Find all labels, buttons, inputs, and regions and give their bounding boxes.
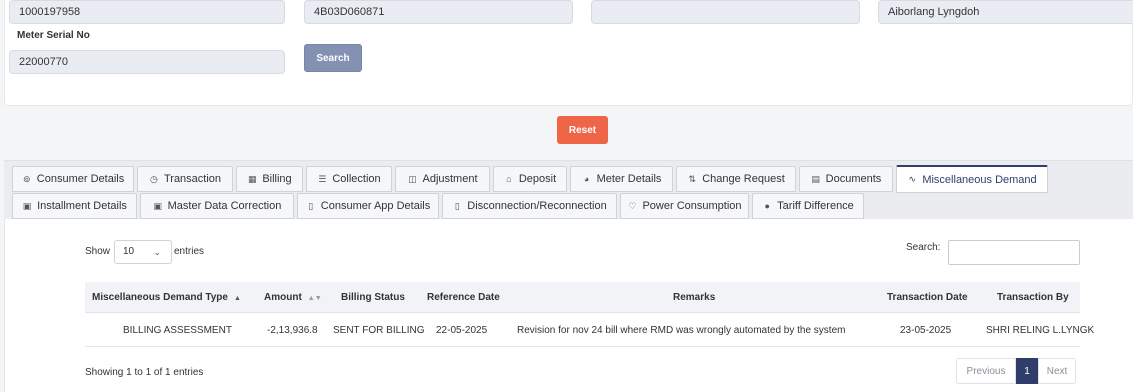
consumer-name-field[interactable]: Aiborlang Lyngdoh — [878, 0, 1133, 24]
cell-demand-type: BILLING ASSESSMENT — [123, 325, 232, 336]
tab-adjustment[interactable]: ◫ Adjustment — [395, 166, 490, 192]
tab-master-data-correction[interactable]: ▣ Master Data Correction — [140, 193, 294, 219]
tab-consumer-details[interactable]: ⊚ Consumer Details — [12, 166, 134, 192]
tab-collection[interactable]: ☰ Collection — [306, 166, 392, 192]
meter-serial-label: Meter Serial No — [17, 30, 90, 41]
tab-change-request[interactable]: ⇅ Change Request — [676, 166, 796, 192]
entries-value: 10 — [123, 246, 135, 257]
column-header-transaction-by[interactable]: Transaction By — [997, 282, 1069, 313]
tab-label: Master Data Correction — [167, 200, 282, 212]
column-header-amount[interactable]: Amount ▲▼ — [264, 282, 322, 313]
column-header-demand-type[interactable]: Miscellaneous Demand Type ▲ — [92, 282, 241, 313]
dot-icon: ● — [764, 201, 770, 211]
table-info: Showing 1 to 1 of 1 entries — [85, 367, 204, 378]
tab-label: Collection — [332, 173, 381, 185]
tab-tariff-difference[interactable]: ● Tariff Difference — [752, 193, 864, 219]
consumer-details-icon: ⊚ — [23, 173, 31, 184]
meter-serial-field[interactable]: 22000770 — [9, 50, 285, 74]
page-1-button[interactable]: 1 — [1016, 358, 1038, 384]
table-search-input[interactable] — [948, 240, 1080, 265]
tab-transaction[interactable]: ◷ Transaction — [137, 166, 233, 192]
tab-label: Documents — [825, 173, 882, 185]
master-data-icon: ▣ — [153, 200, 162, 211]
tab-label: Installment Details — [37, 200, 127, 212]
mobile-icon: ▯ — [454, 200, 460, 211]
sort-icon: ▲▼ — [307, 295, 322, 302]
column-header-remarks[interactable]: Remarks — [673, 282, 715, 313]
change-request-icon: ⇅ — [688, 173, 696, 184]
cell-amount: -2,13,936.8 — [267, 325, 318, 336]
gauge-icon: ◕ — [583, 174, 590, 184]
tab-label: Disconnection/Reconnection — [467, 200, 607, 212]
tab-disconnection-reconnection[interactable]: ▯ Disconnection/Reconnection — [442, 193, 617, 219]
list-icon: ☰ — [318, 173, 327, 184]
cell-reference-date: 22-05-2025 — [436, 325, 488, 336]
tab-label: Meter Details — [596, 173, 662, 185]
reset-button[interactable]: Reset — [557, 116, 608, 144]
entries-label: entries — [174, 246, 205, 257]
show-label: Show — [85, 246, 111, 257]
column-header-transaction-date[interactable]: Transaction Date — [887, 282, 968, 313]
mobile-icon: ▯ — [308, 200, 314, 211]
tab-label: Adjustment — [422, 173, 478, 185]
entries-select[interactable]: 10 ⌄ — [114, 240, 172, 264]
sort-asc-icon: ▲ — [233, 295, 241, 302]
previous-page-button[interactable]: Previous — [956, 358, 1016, 384]
tab-billing[interactable]: ▦ Billing — [236, 166, 303, 192]
installment-icon: ▣ — [22, 200, 32, 211]
tab-documents[interactable]: ▤ Documents — [799, 166, 893, 192]
blank-field[interactable] — [591, 0, 860, 24]
cell-billing-status: SENT FOR BILLING — [333, 325, 425, 336]
tab-label: Miscellaneous Demand — [922, 173, 1037, 186]
table-search-label: Search: — [906, 242, 941, 253]
table-row: BILLING ASSESSMENT -2,13,936.8 SENT FOR … — [85, 314, 1094, 347]
pagination: Previous 1 Next — [956, 358, 1076, 384]
tab-label: Consumer Details — [36, 173, 125, 185]
billing-icon: ▦ — [248, 173, 257, 184]
meter-id-field[interactable]: 4B03D060871 — [304, 0, 573, 24]
cell-transaction-by: SHRI RELING L.LYNGK — [986, 325, 1095, 336]
column-header-billing-status[interactable]: Billing Status — [341, 282, 405, 313]
consumer-number-field[interactable]: 1000197958 — [9, 0, 285, 24]
cell-transaction-date: 23-05-2025 — [900, 325, 952, 336]
tab-meter-details[interactable]: ◕ Meter Details — [570, 166, 673, 192]
next-page-button[interactable]: Next — [1038, 358, 1076, 384]
bank-icon: ⌂ — [506, 174, 512, 184]
tab-label: Tariff Difference — [777, 200, 854, 212]
tab-label: Deposit — [518, 173, 557, 185]
tab-label: Transaction — [163, 173, 222, 185]
cell-remarks: Revision for nov 24 bill where RMD was w… — [517, 325, 846, 336]
document-icon: ▤ — [811, 173, 820, 184]
tab-deposit[interactable]: ⌂ Deposit — [493, 166, 567, 192]
tab-label: Billing — [262, 173, 292, 185]
adjustment-icon: ◫ — [408, 173, 417, 184]
column-header-reference-date[interactable]: Reference Date — [427, 282, 500, 313]
tab-installment-details[interactable]: ▣ Installment Details — [12, 193, 137, 219]
search-button[interactable]: Search — [304, 44, 362, 72]
tab-label: Consumer App Details — [320, 200, 431, 212]
lightbulb-icon: ♡ — [628, 200, 637, 211]
clock-icon: ◷ — [150, 173, 158, 184]
tab-label: Change Request — [702, 173, 785, 185]
tab-power-consumption[interactable]: ♡ Power Consumption — [620, 193, 749, 219]
tab-miscellaneous-demand[interactable]: ∿ Miscellaneous Demand — [896, 165, 1048, 193]
tab-consumer-app-details[interactable]: ▯ Consumer App Details — [297, 193, 439, 219]
pulse-icon: ∿ — [908, 174, 917, 184]
tab-label: Power Consumption — [642, 200, 742, 212]
table-header: Miscellaneous Demand Type ▲ Amount ▲▼ Bill… — [85, 282, 1080, 313]
chevron-down-icon: ⌄ — [153, 247, 161, 257]
